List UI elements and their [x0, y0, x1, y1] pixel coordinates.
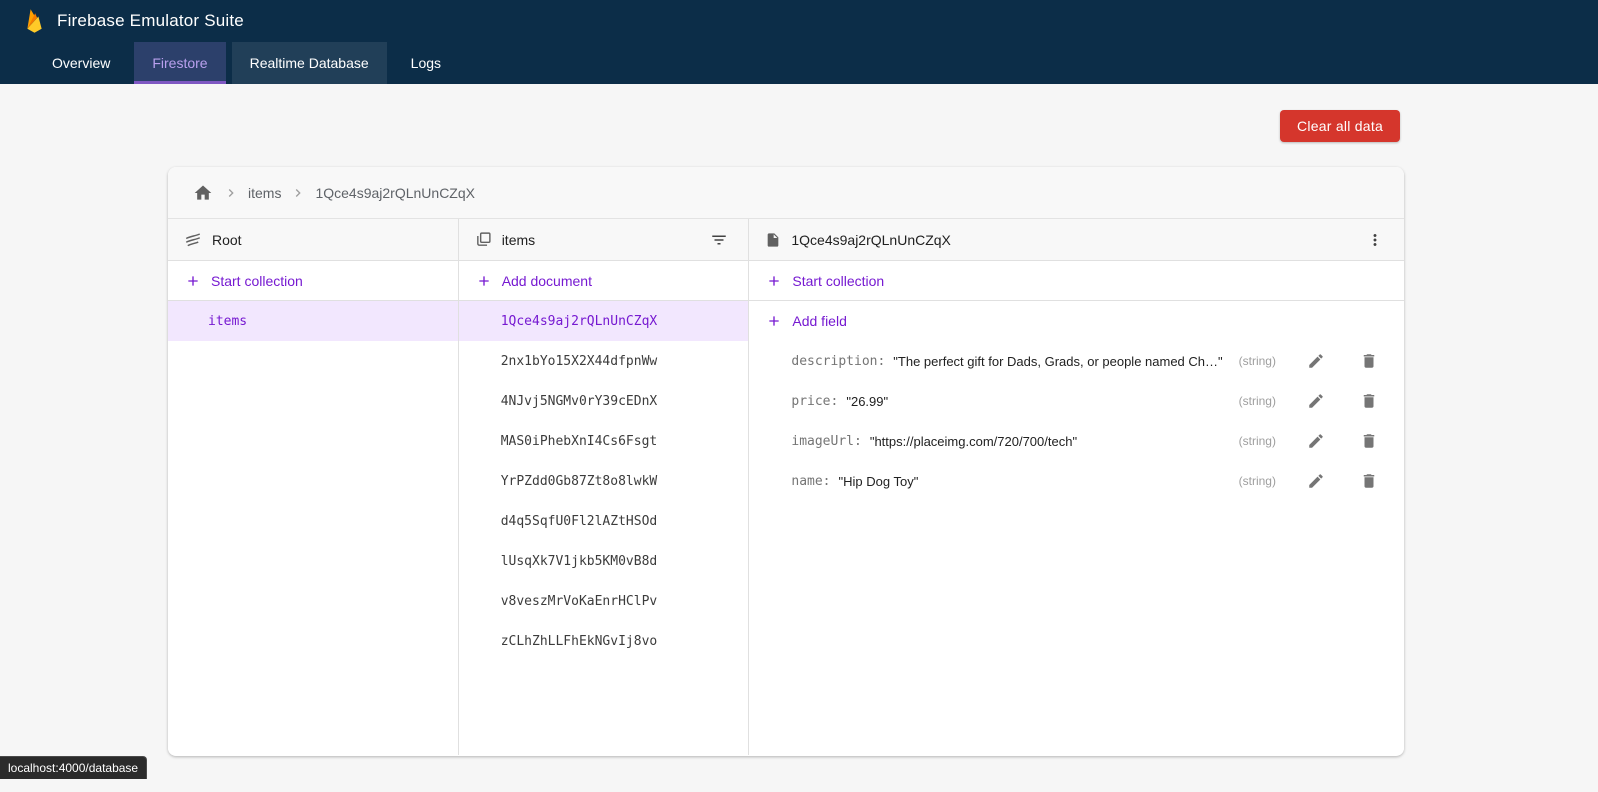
field-type-badge: (string) [1239, 474, 1276, 488]
chevron-right-icon [290, 185, 306, 201]
status-bubble: localhost:4000/database [0, 756, 147, 779]
field-row: imageUrl: "https://placeimg.com/720/700/… [749, 421, 1404, 461]
document-row[interactable]: 2nx1bYo15X2X44dfpnWw [459, 341, 749, 381]
trash-icon [1360, 392, 1378, 410]
root-panel-header: Root [168, 219, 458, 261]
field-key: description: [791, 354, 885, 369]
pencil-icon [1307, 432, 1325, 450]
field-key: price: [791, 394, 838, 409]
kebab-menu-icon[interactable] [1362, 227, 1388, 253]
collection-row[interactable]: items [168, 301, 458, 341]
field-value: "The perfect gift for Dads, Grads, or pe… [893, 354, 1222, 369]
tab-bar: Overview Firestore Realtime Database Log… [0, 42, 1598, 84]
document-row[interactable]: d4q5SqfU0Fl2lAZtHSOd [459, 501, 749, 541]
root-panel: Root Start collection items [168, 219, 459, 755]
trash-icon [1360, 352, 1378, 370]
breadcrumb-document[interactable]: 1Qce4s9aj2rQLnUnCZqX [315, 185, 475, 201]
start-collection-button[interactable]: Start collection [749, 261, 1404, 301]
plus-icon [185, 273, 201, 289]
field-value: "https://placeimg.com/720/700/tech" [870, 434, 1077, 449]
clear-all-data-button[interactable]: Clear all data [1280, 110, 1400, 142]
tab-overview[interactable]: Overview [34, 42, 128, 84]
document-row[interactable]: zCLhZhLLFhEkNGvIj8vo [459, 621, 749, 661]
tab-logs[interactable]: Logs [393, 42, 459, 84]
plus-icon [766, 313, 782, 329]
edit-field-button[interactable] [1303, 388, 1329, 414]
plus-icon [766, 273, 782, 289]
filter-icon[interactable] [706, 227, 732, 253]
field-row: description: "The perfect gift for Dads,… [749, 341, 1404, 381]
field-type-badge: (string) [1239, 434, 1276, 448]
breadcrumb: items 1Qce4s9aj2rQLnUnCZqX [168, 167, 1404, 219]
edit-field-button[interactable] [1303, 428, 1329, 454]
edit-field-button[interactable] [1303, 468, 1329, 494]
field-row: name: "Hip Dog Toy" (string) [749, 461, 1404, 501]
app-bar-title-row: Firebase Emulator Suite [0, 0, 1598, 42]
pencil-icon [1307, 352, 1325, 370]
document-panel: 1Qce4s9aj2rQLnUnCZqX Start collection Ad… [749, 219, 1404, 755]
app-bar: Firebase Emulator Suite Overview Firesto… [0, 0, 1598, 84]
pencil-icon [1307, 472, 1325, 490]
start-collection-button[interactable]: Start collection [168, 261, 458, 301]
document-panel-title: 1Qce4s9aj2rQLnUnCZqX [791, 232, 951, 248]
collection-panel-header: items [459, 219, 749, 261]
trash-icon [1360, 432, 1378, 450]
add-document-button[interactable]: Add document [459, 261, 749, 301]
field-type-badge: (string) [1239, 394, 1276, 408]
field-type-badge: (string) [1239, 354, 1276, 368]
firebase-logo-icon [24, 8, 45, 34]
add-field-button[interactable]: Add field [749, 301, 1404, 341]
document-row[interactable]: 4NJvj5NGMv0rY39cEDnX [459, 381, 749, 421]
firestore-panel-card: items 1Qce4s9aj2rQLnUnCZqX Root Star [168, 167, 1404, 756]
document-row[interactable]: YrPZdd0Gb87Zt8o8lwkW [459, 461, 749, 501]
document-row[interactable]: MAS0iPhebXnI4Cs6Fsgt [459, 421, 749, 461]
document-row[interactable]: v8veszMrVoKaEnrHClPv [459, 581, 749, 621]
field-key: imageUrl: [791, 434, 861, 449]
field-value: "Hip Dog Toy" [839, 474, 919, 489]
collection-panel-title: items [502, 232, 535, 248]
root-icon [184, 231, 202, 249]
collection-panel: items Add document 1Qce4s9aj2rQLnUnCZqX … [459, 219, 750, 755]
tab-realtime-database[interactable]: Realtime Database [232, 42, 387, 84]
app-title: Firebase Emulator Suite [57, 11, 244, 31]
delete-field-button[interactable] [1356, 428, 1382, 454]
root-panel-title: Root [212, 232, 242, 248]
collection-icon [475, 231, 492, 248]
document-row[interactable]: lUsqXk7V1jkb5KM0vB8d [459, 541, 749, 581]
document-panel-header: 1Qce4s9aj2rQLnUnCZqX [749, 219, 1404, 261]
pencil-icon [1307, 392, 1325, 410]
trash-icon [1360, 472, 1378, 490]
tab-firestore[interactable]: Firestore [134, 42, 225, 84]
field-row: price: "26.99" (string) [749, 381, 1404, 421]
delete-field-button[interactable] [1356, 468, 1382, 494]
chevron-right-icon [223, 185, 239, 201]
document-row[interactable]: 1Qce4s9aj2rQLnUnCZqX [459, 301, 749, 341]
delete-field-button[interactable] [1356, 388, 1382, 414]
home-icon[interactable] [192, 182, 214, 204]
field-value: "26.99" [846, 394, 888, 409]
breadcrumb-collection[interactable]: items [248, 185, 281, 201]
delete-field-button[interactable] [1356, 348, 1382, 374]
firestore-columns: Root Start collection items items [168, 219, 1404, 755]
field-key: name: [791, 474, 830, 489]
document-icon [765, 232, 781, 248]
plus-icon [476, 273, 492, 289]
edit-field-button[interactable] [1303, 348, 1329, 374]
